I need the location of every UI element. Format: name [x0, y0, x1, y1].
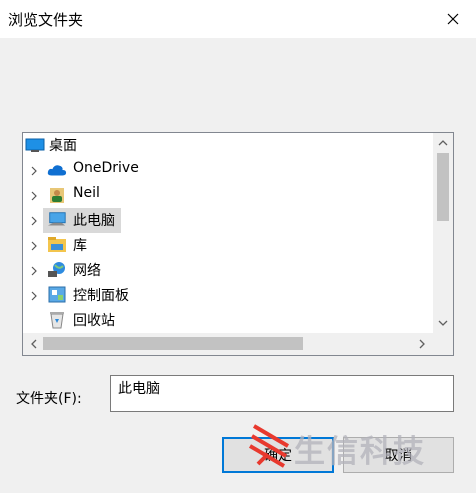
tree-item-network[interactable]: 网络 [23, 258, 433, 283]
tree-item-label: Neil [73, 185, 100, 201]
chevron-right-icon[interactable] [28, 190, 40, 202]
library-icon [47, 236, 67, 254]
tree-item-onedrive[interactable]: OneDrive [23, 158, 433, 183]
tree-item-label: 网络 [73, 263, 101, 279]
tree-item-recycle-bin[interactable]: 回收站 [23, 308, 433, 333]
cloud-icon [47, 161, 67, 179]
window-title: 浏览文件夹 [8, 11, 84, 29]
vertical-scroll-thumb[interactable] [437, 153, 449, 221]
desktop-icon [25, 136, 45, 154]
tree-item-label: 库 [73, 238, 87, 254]
tree-item-this-pc[interactable]: 此电脑 [23, 208, 433, 233]
computer-icon [47, 211, 67, 229]
title-bar: 浏览文件夹 [0, 0, 476, 38]
tree-item-libraries[interactable]: 库 [23, 233, 433, 258]
tree-item-label: 桌面 [49, 138, 77, 154]
scroll-down-icon[interactable] [434, 314, 452, 332]
chevron-right-icon[interactable] [28, 165, 40, 177]
horizontal-scrollbar[interactable] [23, 333, 453, 355]
vertical-scrollbar[interactable] [433, 133, 453, 334]
tree-item-desktop[interactable]: 桌面 [23, 133, 433, 158]
horizontal-scroll-thumb[interactable] [43, 337, 303, 350]
tree-item-label: OneDrive [73, 160, 139, 176]
tree-item-label: 控制面板 [73, 288, 129, 304]
control-panel-icon [47, 286, 67, 304]
chevron-right-icon[interactable] [28, 290, 40, 302]
scroll-up-icon[interactable] [434, 134, 452, 152]
chevron-right-icon[interactable] [28, 215, 40, 227]
close-button[interactable] [430, 0, 476, 38]
tree-rows: 桌面 OneDrive Neil 此电脑 库 网络 控制面板 回收站 [23, 133, 433, 333]
folder-field-label: 文件夹(F): [16, 391, 82, 407]
tree-item-control-panel[interactable]: 控制面板 [23, 283, 433, 308]
tree-item-label: 回收站 [73, 313, 115, 329]
chevron-right-icon[interactable] [28, 240, 40, 252]
scroll-right-icon[interactable] [413, 335, 431, 353]
close-icon [447, 13, 459, 25]
folder-tree[interactable]: 桌面 OneDrive Neil 此电脑 库 网络 控制面板 回收站 [22, 132, 454, 356]
scrollbar-corner [433, 333, 453, 355]
scroll-left-icon[interactable] [25, 335, 43, 353]
ok-button[interactable]: 确定 [222, 437, 334, 473]
chevron-right-icon[interactable] [28, 265, 40, 277]
tree-item-label: 此电脑 [73, 213, 115, 229]
tree-item-neil[interactable]: Neil [23, 183, 433, 208]
folder-input[interactable] [110, 375, 454, 412]
user-folder-icon [47, 186, 67, 204]
network-icon [47, 261, 67, 279]
cancel-button[interactable]: 取消 [343, 437, 454, 473]
recycle-bin-icon [47, 311, 67, 329]
